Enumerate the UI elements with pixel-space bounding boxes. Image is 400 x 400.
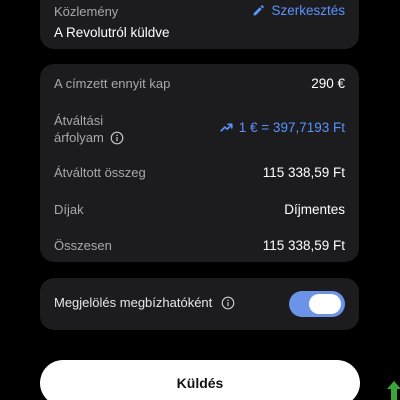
converted-amount-row: Átváltott összeg 115 338,59 Ft (54, 164, 345, 181)
converted-amount-value: 115 338,59 Ft (262, 165, 345, 180)
total-value: 115 338,59 Ft (262, 238, 345, 253)
exchange-rate-value[interactable]: 1 € = 397,7193 Ft (220, 119, 345, 136)
info-icon[interactable] (221, 296, 235, 310)
trusted-recipient-card: Megjelölés megbízhatóként (40, 278, 359, 330)
edit-note-label: Szerkesztés (271, 3, 345, 18)
note-value: A Revolutról küldve (54, 25, 170, 40)
transfer-summary-card: A címzett ennyit kap 290 € Átváltási árf… (40, 64, 359, 262)
note-label: Közlemény (54, 4, 119, 19)
fees-row: Díjak Díjmentes (54, 201, 345, 218)
trusted-toggle[interactable] (289, 291, 345, 317)
exchange-rate-label-line2: árfolyam (54, 130, 104, 145)
trusted-label: Megjelölés megbízhatóként (54, 295, 213, 310)
exchange-rate-row: Átváltási árfolyam 1 € = 397,7193 Ft (54, 112, 345, 146)
recipient-gets-label: A címzett ennyit kap (54, 76, 171, 91)
total-row: Összesen 115 338,59 Ft (54, 237, 345, 254)
note-card: Közlemény Szerkesztés A Revolutról küldv… (40, 0, 359, 49)
converted-amount-label: Átváltott összeg (54, 165, 146, 180)
fees-value: Díjmentes (284, 202, 345, 217)
pencil-icon (254, 5, 265, 16)
recipient-gets-value: 290 € (311, 76, 345, 91)
exchange-rate-text: 1 € = 397,7193 Ft (238, 120, 345, 135)
exchange-rate-label-line1: Átváltási (54, 113, 104, 128)
toggle-knob (309, 294, 341, 314)
exchange-rate-label: Átváltási árfolyam (54, 112, 124, 146)
total-label: Összesen (54, 238, 112, 253)
recipient-gets-row: A címzett ennyit kap 290 € (54, 75, 345, 92)
edit-note-button[interactable]: Szerkesztés (252, 3, 345, 18)
up-arrow-icon (387, 381, 400, 400)
send-button[interactable]: Küldés (40, 360, 360, 400)
info-icon[interactable] (110, 131, 124, 145)
trending-up-icon (220, 123, 233, 132)
fees-label: Díjak (54, 202, 84, 217)
